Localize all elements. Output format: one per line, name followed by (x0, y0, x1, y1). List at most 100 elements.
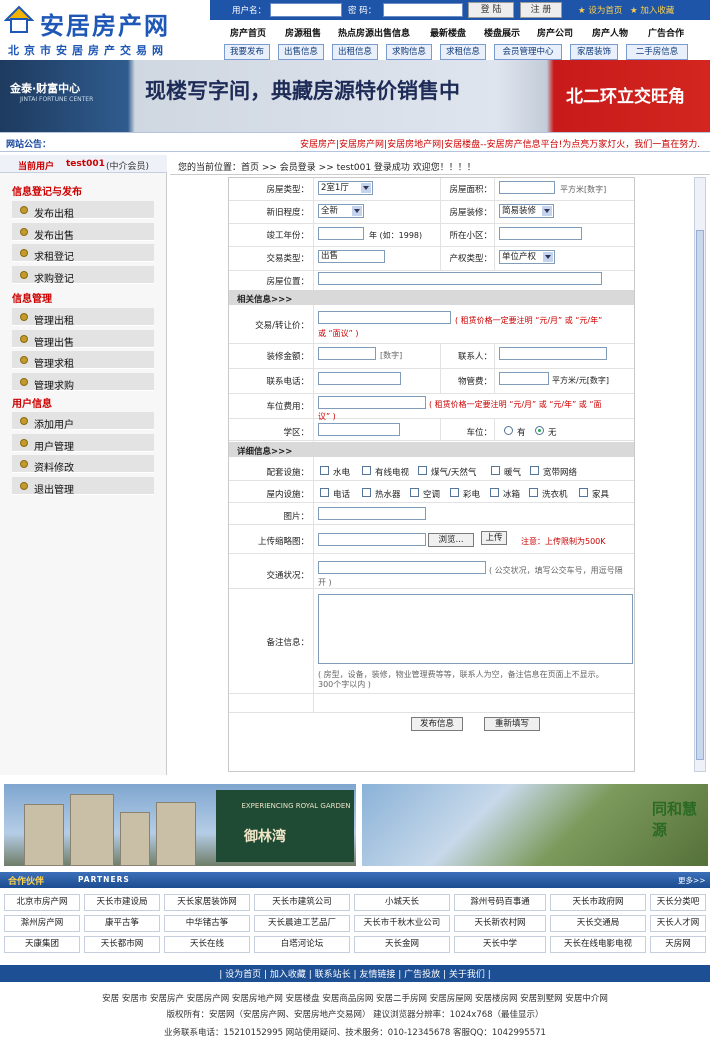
upload-button[interactable]: 上传 (481, 531, 507, 545)
remark-textarea[interactable] (318, 594, 633, 664)
partner-link[interactable]: 天长金网 (354, 936, 450, 953)
parking-yes-radio[interactable] (504, 426, 513, 435)
partner-link[interactable]: 天长市建筑公司 (254, 894, 350, 911)
partner-link[interactable]: 天长分类吧 (650, 894, 706, 911)
partner-link[interactable]: 白塔河论坛 (254, 936, 350, 953)
partner-link[interactable]: 天长市建设局 (84, 894, 160, 911)
sub-nav-item[interactable]: 我要发布 (224, 44, 270, 60)
thumb-file-input[interactable] (318, 533, 426, 546)
nav-item[interactable]: 热点房源出售信息 (338, 26, 410, 39)
community-input[interactable] (499, 227, 582, 240)
tonghe-ad[interactable]: 同和慧源 (362, 784, 708, 866)
sidebar-item-add-user[interactable]: 添加用户 (12, 412, 154, 431)
partner-link[interactable]: 天长人才网 (650, 915, 706, 932)
partner-link[interactable]: 北京市房产网 (4, 894, 80, 911)
mgmt-fee-input[interactable] (499, 372, 549, 385)
nav-item[interactable]: 广告合作 (648, 26, 684, 39)
sidebar-item-manage-want-rent[interactable]: 管理求租 (12, 351, 154, 370)
price-input[interactable] (318, 311, 451, 324)
password-input[interactable] (383, 3, 463, 17)
school-input[interactable] (318, 423, 400, 436)
traffic-input[interactable] (318, 561, 486, 574)
browse-button[interactable]: 浏览... (428, 533, 474, 547)
partner-link[interactable]: 天长都市网 (84, 936, 160, 953)
indoor-checkbox[interactable] (579, 488, 588, 497)
sub-nav-item[interactable]: 家居装饰 (570, 44, 618, 60)
partner-link[interactable]: 滁州房产网 (4, 915, 80, 932)
area-input[interactable] (499, 181, 555, 194)
nav-item[interactable]: 房产首页 (230, 26, 266, 39)
reset-button[interactable]: 重新填写 (484, 717, 540, 731)
nav-item[interactable]: 楼盘展示 (484, 26, 520, 39)
indoor-checkbox[interactable] (450, 488, 459, 497)
sub-nav-item[interactable]: 出租信息 (332, 44, 378, 60)
image-input[interactable] (318, 507, 426, 520)
partner-link[interactable]: 天长新农村网 (454, 915, 546, 932)
partner-link[interactable]: 天长市政府网 (550, 894, 646, 911)
partner-link[interactable]: 天长家居装饰网 (164, 894, 250, 911)
sidebar-item-user-manage[interactable]: 用户管理 (12, 434, 154, 453)
trade-type-input[interactable]: 出售 (318, 250, 385, 263)
partner-link[interactable]: 小城天长 (354, 894, 450, 911)
sidebar-item-want-rent[interactable]: 求租登记 (12, 244, 154, 263)
partners-more-link[interactable]: 更多>> (678, 875, 706, 886)
facility-checkbox[interactable] (320, 466, 329, 475)
login-button[interactable]: 登 陆 (468, 2, 514, 18)
partner-link[interactable]: 天长晨迪工艺品厂 (254, 915, 350, 932)
contact-input[interactable] (499, 347, 607, 360)
sidebar-item-manage-rent[interactable]: 管理出租 (12, 308, 154, 327)
parking-fee-input[interactable] (318, 396, 426, 409)
sidebar-item-publish-rent[interactable]: 发布出租 (12, 201, 154, 220)
partner-link[interactable]: 中华锗古筝 (164, 915, 250, 932)
sub-nav-item[interactable]: 会员管理中心 (494, 44, 562, 60)
sidebar-item-manage-want-buy[interactable]: 管理求购 (12, 373, 154, 392)
register-button[interactable]: 注 册 (520, 2, 562, 18)
parking-no-radio[interactable] (535, 426, 544, 435)
house-type-select[interactable]: 2室1厅 (318, 181, 373, 195)
newness-select[interactable]: 全新 (318, 204, 364, 218)
partner-link[interactable]: 天长在线 (164, 936, 250, 953)
nav-item[interactable]: 房产人物 (592, 26, 628, 39)
username-input[interactable] (270, 3, 342, 17)
partner-link[interactable]: 天房网 (650, 936, 706, 953)
location-input[interactable] (318, 272, 602, 285)
sub-nav-item[interactable]: 出售信息 (278, 44, 324, 60)
partner-link[interactable]: 天康集团 (4, 936, 80, 953)
facility-checkbox[interactable] (418, 466, 427, 475)
sidebar-item-publish-sale[interactable]: 发布出售 (12, 223, 154, 242)
indoor-checkbox[interactable] (410, 488, 419, 497)
partner-link[interactable]: 天长中学 (454, 936, 546, 953)
submit-button[interactable]: 发布信息 (411, 717, 463, 731)
sub-nav-item[interactable]: 求租信息 (440, 44, 486, 60)
partner-link[interactable]: 天长交通局 (550, 915, 646, 932)
form-scrollbar[interactable] (694, 177, 706, 772)
phone-input[interactable] (318, 372, 401, 385)
indoor-checkbox[interactable] (490, 488, 499, 497)
sidebar-item-logout[interactable]: 退出管理 (12, 477, 154, 496)
sub-nav-item[interactable]: 求购信息 (386, 44, 432, 60)
footer-links-text[interactable]: | 设为首页 | 加入收藏 | 联系站长 | 友情链接 | 广告投放 | 关于我… (0, 967, 710, 980)
royal-garden-ad[interactable]: EXPERIENCING ROYAL GARDEN 御林湾 (4, 784, 356, 866)
sidebar-item-want-buy[interactable]: 求购登记 (12, 266, 154, 285)
site-logo[interactable]: 安居房产网 北京市安居房产交易网 (2, 2, 210, 58)
facility-checkbox[interactable] (491, 466, 500, 475)
footer-links[interactable]: | 设为首页 | 加入收藏 | 联系站长 | 友情链接 | 广告投放 | 关于我… (0, 965, 710, 982)
property-select[interactable]: 单位产权 (499, 250, 555, 264)
sidebar-item-manage-sale[interactable]: 管理出售 (12, 330, 154, 349)
partner-link[interactable]: 天长市千秋木业公司 (354, 915, 450, 932)
sub-nav-item[interactable]: 二手房信息 (626, 44, 688, 60)
facility-checkbox[interactable] (362, 466, 371, 475)
decor-amount-input[interactable] (318, 347, 376, 360)
nav-item[interactable]: 房产公司 (537, 26, 573, 39)
nav-item[interactable]: 最新楼盘 (430, 26, 466, 39)
banner-ad[interactable]: 金泰·财富中心 JINTAI FORTUNE CENTER 现楼写字间，典藏房源… (0, 60, 710, 132)
sidebar-item-edit-profile[interactable]: 资料修改 (12, 455, 154, 474)
indoor-checkbox[interactable] (320, 488, 329, 497)
facility-checkbox[interactable] (530, 466, 539, 475)
nav-item[interactable]: 房源租售 (285, 26, 321, 39)
partner-link[interactable]: 天长在线电影电视 (550, 936, 646, 953)
notice-marquee[interactable]: 安居房产|安居房产网|安居房地产网|安居楼盘--安居房产信息平台!为点亮万家灯火… (300, 137, 700, 150)
indoor-checkbox[interactable] (529, 488, 538, 497)
partner-link[interactable]: 康平古筝 (84, 915, 160, 932)
scrollbar-thumb[interactable] (696, 230, 704, 760)
